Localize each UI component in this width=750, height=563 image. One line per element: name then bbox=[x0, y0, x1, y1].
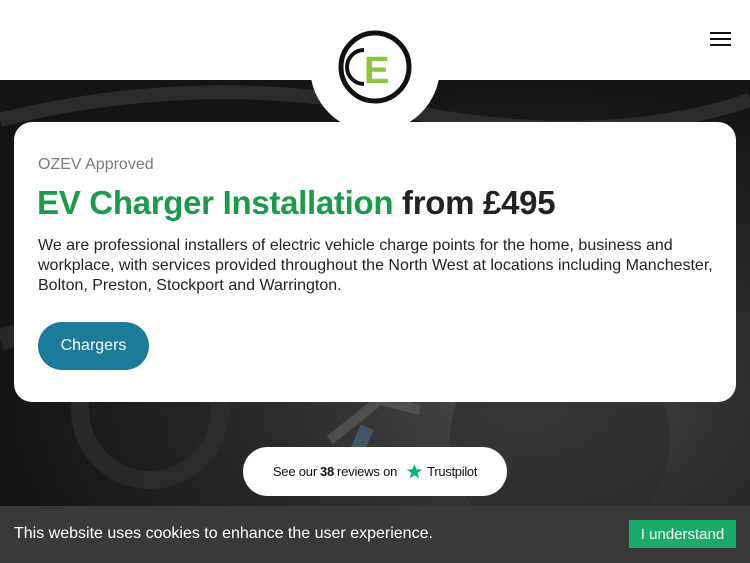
trustpilot-brand: Trustpilot bbox=[427, 464, 478, 479]
hamburger-menu-icon[interactable] bbox=[706, 28, 736, 50]
logo-letter: E bbox=[364, 50, 389, 92]
headline-price: from £495 bbox=[393, 184, 556, 221]
hero-card: OZEV Approved EV Charger Installation fr… bbox=[14, 122, 736, 402]
oce-logo-icon[interactable]: E bbox=[337, 29, 413, 105]
page-title: EV Charger Installation from £495 bbox=[37, 184, 556, 222]
cookie-accept-button[interactable]: I understand bbox=[629, 520, 736, 548]
headline-highlight: EV Charger Installation bbox=[37, 184, 394, 221]
trustpilot-reviews-link[interactable]: See our 38 reviews on Trustpilot bbox=[243, 447, 507, 496]
hero-description: We are professional installers of electr… bbox=[38, 237, 713, 294]
cookie-message: This website uses cookies to enhance the… bbox=[14, 525, 433, 542]
trustpilot-star-icon bbox=[407, 464, 423, 479]
chargers-button[interactable]: Chargers bbox=[38, 322, 149, 370]
reviews-suffix: reviews on bbox=[337, 464, 398, 479]
reviews-prefix: See our bbox=[272, 464, 317, 479]
reviews-count: 38 bbox=[319, 464, 335, 479]
eyebrow-text: OZEV Approved bbox=[38, 156, 154, 173]
